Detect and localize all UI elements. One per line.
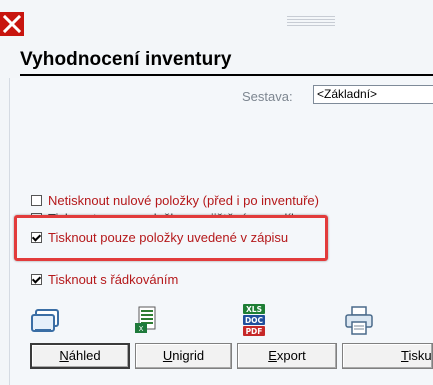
close-button[interactable] xyxy=(0,12,24,36)
svg-text:PDF: PDF xyxy=(246,327,263,336)
preview-window-icon[interactable] xyxy=(30,309,62,335)
preview-button[interactable]: Náhled xyxy=(30,343,130,369)
svg-text:XLS: XLS xyxy=(246,305,262,314)
close-x-icon xyxy=(3,15,21,33)
option-label: Tisknout s řádkováním xyxy=(48,272,179,287)
window-title-bar xyxy=(0,0,433,44)
svg-text:DOC: DOC xyxy=(245,316,264,325)
option-label: Tisknout pouze položky uvedené v zápisu xyxy=(48,230,289,245)
printer-icon[interactable] xyxy=(344,306,374,336)
checkbox[interactable] xyxy=(31,195,42,206)
option-only-listed[interactable]: Tisknout pouze položky uvedené v zápisu xyxy=(31,230,288,245)
export-button[interactable]: Export xyxy=(237,343,337,369)
option-skip-zero[interactable]: Netisknout nulové položky (před i po inv… xyxy=(31,193,319,208)
sestava-label: Sestava: xyxy=(242,89,293,104)
excel-sheet-icon[interactable]: X xyxy=(135,306,159,334)
option-label: Netisknout nulové položky (před i po inv… xyxy=(48,193,319,208)
checkbox-checked[interactable] xyxy=(31,232,42,243)
print-button[interactable]: Tisku xyxy=(342,343,433,369)
title-divider xyxy=(20,74,433,76)
xls-doc-pdf-icon[interactable]: XLS DOC PDF xyxy=(240,304,268,338)
unigrid-button[interactable]: Unigrid xyxy=(135,343,232,369)
sestava-select[interactable]: <Základní> xyxy=(313,85,433,104)
dialog-title: Vyhodnocení inventury xyxy=(20,49,232,70)
svg-text:X: X xyxy=(139,325,144,333)
checkbox-checked[interactable] xyxy=(31,274,42,285)
drag-grip[interactable] xyxy=(287,16,335,28)
option-line-spacing[interactable]: Tisknout s řádkováním xyxy=(31,272,178,287)
